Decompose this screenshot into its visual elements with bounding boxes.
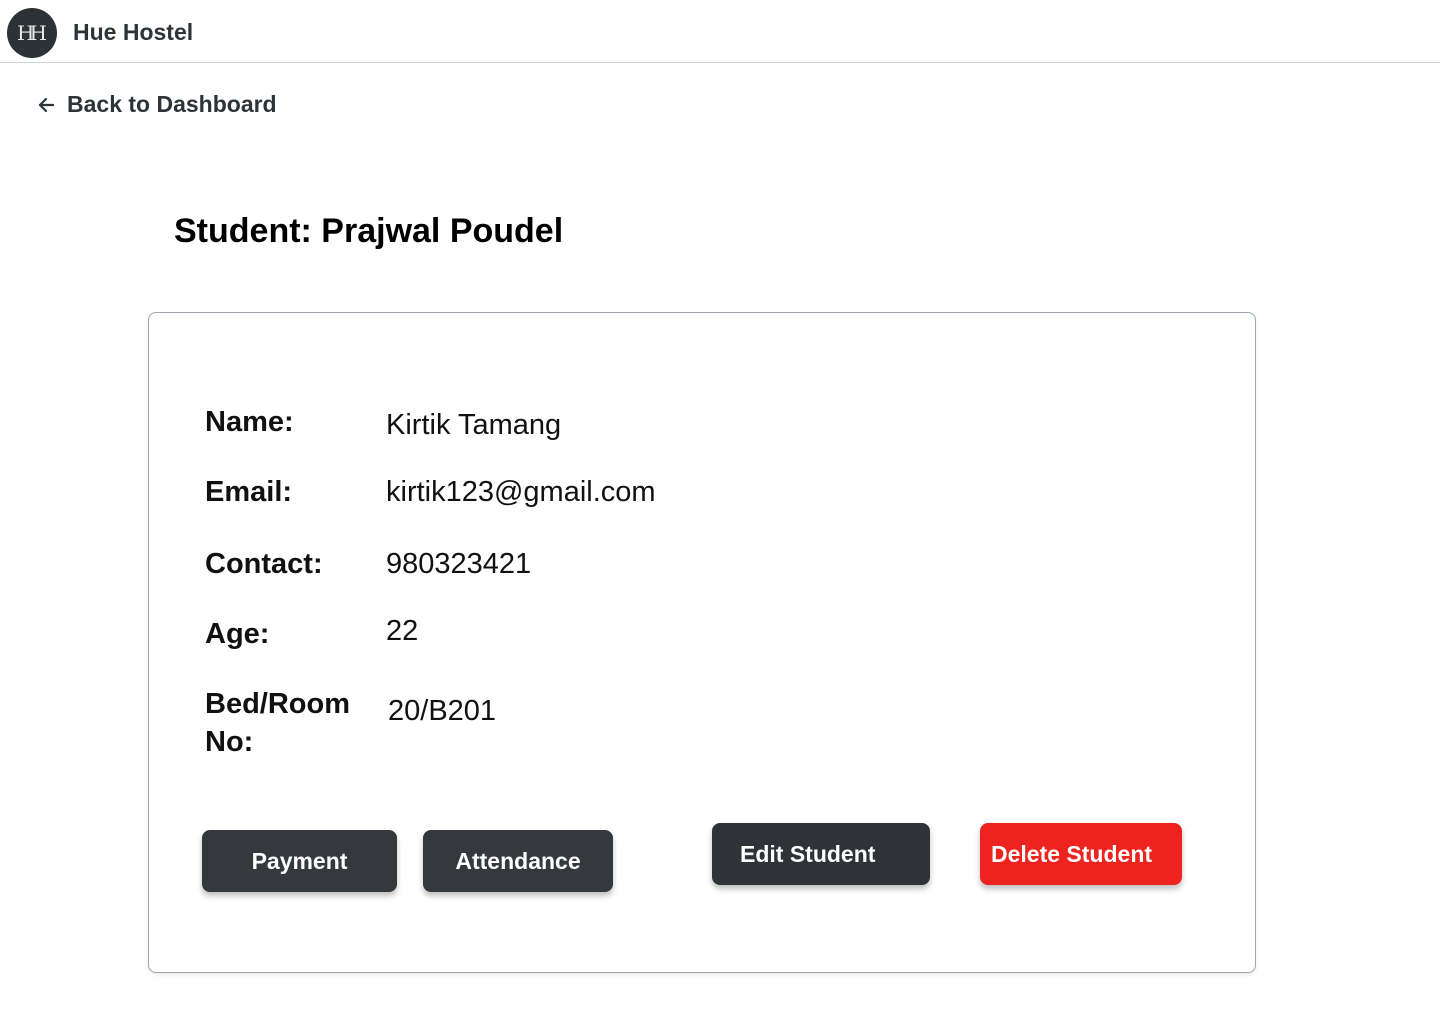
- back-link-label: Back to Dashboard: [67, 91, 277, 117]
- arrow-left-icon: [38, 97, 55, 112]
- delete-student-button[interactable]: Delete Student: [980, 823, 1182, 885]
- edit-student-button[interactable]: Edit Student: [712, 823, 930, 885]
- student-details-card: Name: Kirtik Tamang Email: kirtik123@gma…: [148, 312, 1256, 973]
- logo-monogram: HH: [17, 21, 47, 45]
- back-to-dashboard-link[interactable]: Back to Dashboard: [37, 91, 277, 118]
- page-title: Student: Prajwal Poudel: [174, 212, 564, 250]
- contact-value: 980323421: [386, 548, 532, 580]
- contact-label: Contact:: [205, 548, 323, 580]
- age-value: 22: [386, 615, 419, 647]
- top-bar: HH Hue Hostel: [0, 0, 1440, 63]
- bed-room-value: 20/B201: [388, 695, 497, 727]
- age-label: Age:: [205, 618, 270, 650]
- name-label: Name:: [205, 406, 294, 438]
- email-value: kirtik123@gmail.com: [386, 476, 656, 508]
- bed-room-label: Bed/Room No:: [205, 688, 350, 758]
- email-label: Email:: [205, 476, 293, 508]
- app-title: Hue Hostel: [73, 19, 194, 45]
- payment-button[interactable]: Payment: [202, 830, 397, 892]
- name-value: Kirtik Tamang: [386, 409, 562, 441]
- attendance-button[interactable]: Attendance: [423, 830, 613, 892]
- hostel-logo[interactable]: HH: [7, 8, 57, 58]
